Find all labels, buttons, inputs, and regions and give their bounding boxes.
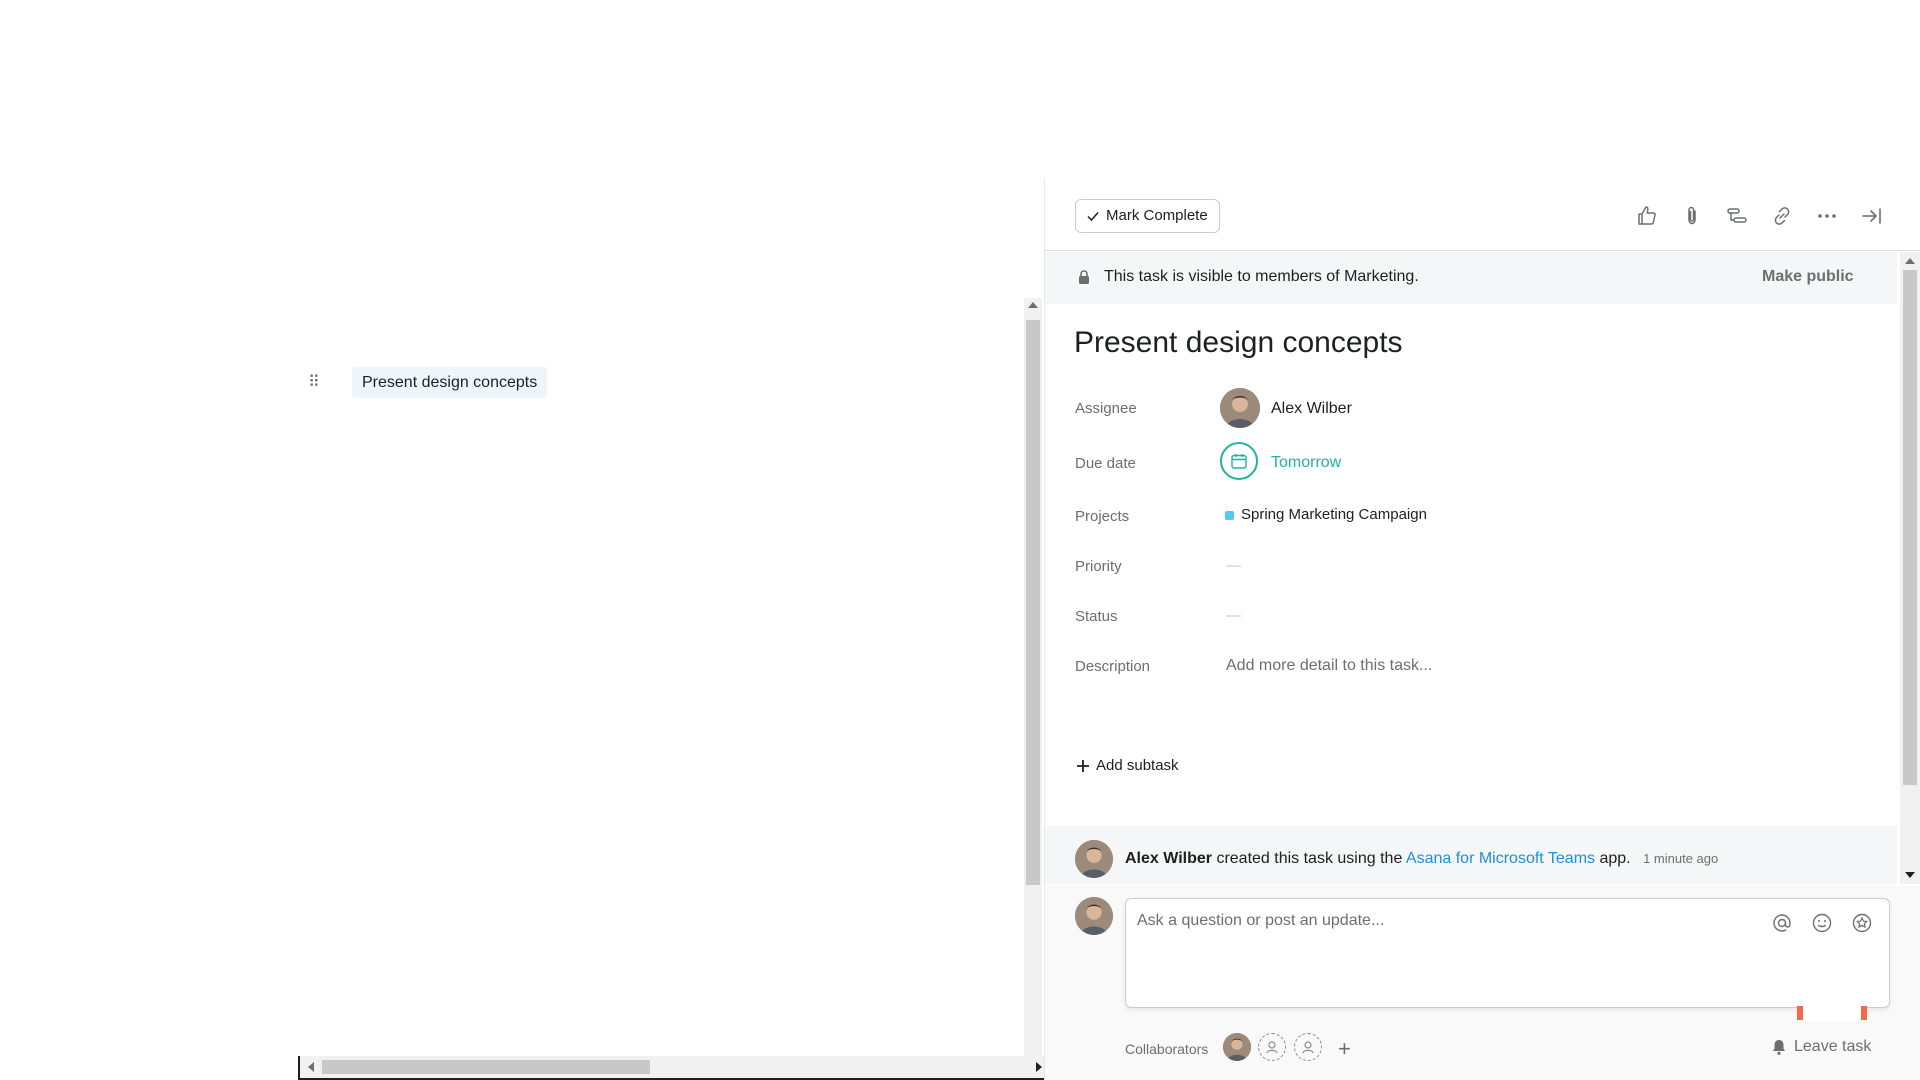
add-collaborator-icon[interactable]	[1258, 1033, 1286, 1061]
list-horizontal-scrollbar[interactable]	[298, 1056, 1048, 1080]
scroll-down-arrow-icon[interactable]	[1905, 872, 1915, 878]
link-icon[interactable]	[1770, 204, 1794, 228]
scroll-left-arrow-icon[interactable]	[308, 1062, 314, 1072]
collaborator-avatar[interactable]	[1223, 1033, 1251, 1061]
pane-vertical-scrollbar[interactable]	[1900, 252, 1920, 884]
list-vertical-scrollbar[interactable]	[1024, 298, 1042, 1060]
make-public-button[interactable]: Make public	[1762, 268, 1854, 286]
plus-icon	[1077, 759, 1089, 772]
paperclip-icon[interactable]	[1680, 204, 1704, 228]
celebration-widget-icon	[1797, 978, 1867, 1022]
thumbs-up-icon[interactable]	[1635, 204, 1659, 228]
scroll-right-arrow-icon[interactable]	[1036, 1062, 1042, 1072]
comment-placeholder[interactable]: Ask a question or post an update...	[1137, 912, 1384, 930]
task-list-item[interactable]: Present design concepts	[352, 367, 548, 398]
drag-handle-icon[interactable]: ⠿	[308, 373, 322, 393]
add-subtask-label: Add subtask	[1096, 757, 1179, 774]
avatar[interactable]	[1075, 840, 1113, 878]
scroll-up-arrow-icon[interactable]	[1028, 302, 1038, 308]
status-label: Status	[1075, 608, 1118, 625]
priority-label: Priority	[1075, 558, 1122, 575]
activity-text-end: app.	[1599, 850, 1631, 867]
activity-text: created this task using the	[1216, 850, 1403, 867]
leave-task-label: Leave task	[1794, 1038, 1872, 1055]
activity-story: Alex Wilber created this task using the …	[1125, 850, 1718, 868]
add-collaborator-plus-icon[interactable]: +	[1338, 1036, 1351, 1062]
mark-complete-button[interactable]: Mark Complete	[1075, 199, 1220, 233]
checkmark-icon	[1087, 212, 1099, 222]
calendar-icon[interactable]	[1220, 442, 1258, 480]
description-field[interactable]: Add more detail to this task...	[1226, 657, 1432, 675]
toolbar-divider	[1044, 250, 1920, 251]
due-date-label: Due date	[1075, 455, 1136, 472]
visibility-text: This task is visible to members of Marke…	[1104, 268, 1419, 285]
scrollbar-thumb[interactable]	[322, 1060, 650, 1074]
task-title[interactable]: Present design concepts	[1074, 326, 1403, 360]
more-icon[interactable]	[1815, 204, 1839, 228]
add-subtask-button[interactable]: Add subtask	[1076, 757, 1179, 774]
status-value[interactable]: —	[1226, 607, 1241, 624]
close-pane-icon[interactable]	[1860, 204, 1884, 228]
mention-icon[interactable]	[1770, 911, 1794, 935]
scrollbar-thumb[interactable]	[1026, 320, 1040, 885]
collaborators-label: Collaborators	[1125, 1041, 1209, 1057]
lock-icon	[1076, 269, 1092, 285]
priority-value[interactable]: —	[1226, 557, 1241, 574]
projects-label: Projects	[1075, 508, 1130, 525]
task-list-item-name: Present design concepts	[362, 374, 538, 391]
assignee-label: Assignee	[1075, 400, 1137, 417]
assignee-name[interactable]: Alex Wilber	[1271, 400, 1352, 418]
activity-timestamp: 1 minute ago	[1643, 851, 1719, 866]
activity-app-link[interactable]: Asana for Microsoft Teams	[1406, 850, 1595, 867]
star-icon[interactable]	[1850, 911, 1874, 935]
avatar	[1075, 897, 1113, 935]
description-label: Description	[1075, 658, 1151, 675]
subtask-icon[interactable]	[1725, 204, 1749, 228]
mark-complete-label: Mark Complete	[1106, 207, 1208, 224]
leave-task-button[interactable]: Leave task	[1770, 1038, 1871, 1056]
emoji-icon[interactable]	[1810, 911, 1834, 935]
add-collaborator-icon[interactable]	[1294, 1033, 1322, 1061]
bell-icon	[1773, 1040, 1785, 1055]
activity-actor[interactable]: Alex Wilber	[1125, 850, 1212, 867]
due-date-value[interactable]: Tomorrow	[1271, 454, 1341, 472]
scroll-up-arrow-icon[interactable]	[1905, 258, 1915, 264]
scrollbar-thumb[interactable]	[1903, 270, 1917, 785]
project-name[interactable]: Spring Marketing Campaign	[1241, 506, 1427, 523]
avatar[interactable]	[1220, 388, 1260, 428]
project-color-dot	[1225, 511, 1234, 520]
